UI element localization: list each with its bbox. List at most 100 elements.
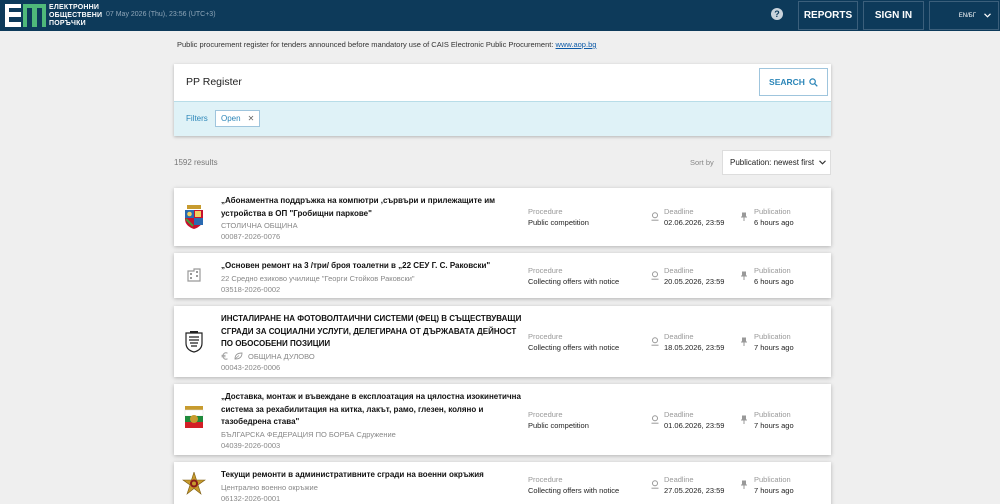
- euro-icon: [221, 352, 228, 360]
- aop-link[interactable]: www.aop.bg: [556, 40, 597, 49]
- deadline-value: 27.05.2026, 23:59: [664, 486, 725, 495]
- filter-chip-open[interactable]: Open ✕: [215, 110, 261, 127]
- deadline-label: Deadline: [664, 332, 694, 341]
- publication-value: 7 hours ago: [754, 486, 794, 495]
- wrestling-federation-logo-icon: [182, 406, 206, 430]
- logo-icon[interactable]: [5, 3, 46, 28]
- item-id: 00087-2026-0076: [221, 232, 281, 241]
- pin-icon: [741, 480, 747, 489]
- item-title[interactable]: „Доставка, монтаж и въвеждане в експлоат…: [221, 391, 526, 429]
- register-panel: PP Register SEARCH Filters Open ✕: [174, 64, 831, 136]
- item-title[interactable]: „Абонаментна поддръжка на компютри ,сърв…: [221, 195, 526, 220]
- deadline-icon: [651, 271, 659, 280]
- dulovo-coat-of-arms-icon: [182, 330, 206, 354]
- deadline-icon: [651, 337, 659, 346]
- publication-value: 7 hours ago: [754, 421, 794, 430]
- chevron-down-icon: [819, 160, 826, 165]
- procedure-label: Procedure: [528, 475, 563, 484]
- publication-col: Publication 7 hours ago: [754, 331, 794, 353]
- procedure-value: Collecting offers with notice: [528, 486, 620, 495]
- item-title[interactable]: ИНСТАЛИРАНЕ НА ФОТОВОЛТАИЧНИ СИСТЕМИ (ФЕ…: [221, 313, 526, 351]
- deadline-value: 20.05.2026, 23:59: [664, 277, 725, 286]
- results-count: 1592 results: [174, 158, 218, 167]
- top-header: ЕЛЕКТРОННИ ОБЩЕСТВЕНИ ПОРЪЧКИ 07 May 202…: [0, 0, 1000, 31]
- publication-value: 6 hours ago: [754, 277, 794, 286]
- card-main: Текущи ремонти в административните сград…: [221, 469, 526, 504]
- search-button[interactable]: SEARCH: [759, 68, 828, 96]
- leaf-icon: [234, 352, 243, 360]
- help-icon[interactable]: ?: [771, 8, 783, 20]
- card-main: „Абонаментна поддръжка на компютри ,сърв…: [221, 195, 526, 242]
- item-org: СТОЛИЧНА ОБЩИНА: [221, 220, 526, 231]
- item-org: 22 Средно езиково училище "Георги Стойко…: [221, 273, 526, 284]
- procedure-col: Procedure Collecting offers with notice: [528, 331, 619, 353]
- card-main: „Основен ремонт на 3 /три/ броя тоалетни…: [221, 260, 526, 295]
- notice-text: Public procurement register for tenders …: [177, 40, 554, 49]
- procedure-value: Public competition: [528, 218, 589, 227]
- item-id: 04039-2026-0003: [221, 440, 281, 450]
- org-name: 22 Средно езиково училище "Георги Стойко…: [221, 273, 415, 283]
- list-item[interactable]: „Доставка, монтаж и въвеждане в експлоат…: [174, 384, 831, 455]
- list-item[interactable]: Текущи ремонти в административните сград…: [174, 462, 831, 504]
- deadline-label: Deadline: [664, 410, 694, 419]
- card-main: „Доставка, монтаж и въвеждане в експлоат…: [221, 391, 526, 451]
- search-icon: [809, 77, 818, 87]
- publication-label: Publication: [754, 207, 791, 216]
- deadline-col: Deadline 20.05.2026, 23:59: [664, 265, 724, 287]
- deadline-icon: [651, 480, 659, 489]
- filters-label: Filters: [186, 114, 208, 123]
- publication-label: Publication: [754, 475, 791, 484]
- publication-value: 6 hours ago: [754, 218, 794, 227]
- military-emblem-icon: [182, 472, 206, 496]
- deadline-icon: [651, 212, 659, 221]
- procedure-label: Procedure: [528, 266, 563, 275]
- procedure-col: Procedure Collecting offers with notice: [528, 265, 619, 287]
- language-switcher[interactable]: EN/БГ: [929, 1, 999, 30]
- sort-value: Publication: newest first: [730, 158, 815, 167]
- publication-col: Publication 7 hours ago: [754, 409, 794, 431]
- publication-value: 7 hours ago: [754, 343, 794, 352]
- chevron-down-icon: [984, 13, 991, 18]
- procedure-value: Collecting offers with notice: [528, 343, 620, 352]
- sort-select[interactable]: Publication: newest first: [722, 150, 831, 175]
- item-title[interactable]: Текущи ремонти в административните сград…: [221, 469, 526, 482]
- procedure-label: Procedure: [528, 410, 563, 419]
- logo-line-3: ПОРЪЧКИ: [49, 20, 86, 27]
- list-item[interactable]: „Основен ремонт на 3 /три/ броя тоалетни…: [174, 253, 831, 298]
- sign-in-button[interactable]: SIGN IN: [863, 1, 924, 30]
- item-id: 06132-2026-0001: [221, 493, 281, 503]
- logo-line-2: ОБЩЕСТВЕНИ: [49, 12, 103, 19]
- procedure-value: Collecting offers with notice: [528, 277, 620, 286]
- publication-col: Publication 7 hours ago: [754, 474, 794, 496]
- deadline-col: Deadline 02.06.2026, 23:59: [664, 206, 724, 228]
- deadline-value: 18.05.2026, 23:59: [664, 343, 725, 352]
- register-notice: Public procurement register for tenders …: [177, 40, 596, 49]
- logo-line-1: ЕЛЕКТРОННИ: [49, 4, 100, 11]
- page-title: PP Register: [186, 76, 242, 88]
- list-item[interactable]: „Абонаментна поддръжка на компютри ,сърв…: [174, 188, 831, 246]
- deadline-value: 01.06.2026, 23:59: [664, 421, 725, 430]
- building-icon: [182, 263, 206, 287]
- search-label: SEARCH: [769, 77, 805, 87]
- procedure-col: Procedure Public competition: [528, 409, 589, 431]
- language-label: EN/БГ: [958, 12, 976, 19]
- org-name: ОБЩИНА ДУЛОВО: [248, 351, 315, 361]
- org-name: БЪЛГАРСКА ФЕДЕРАЦИЯ ПО БОРБА Сдружение: [221, 429, 396, 439]
- deadline-icon: [651, 415, 659, 424]
- deadline-label: Deadline: [664, 266, 694, 275]
- org-name: Централно военно окръжие: [221, 482, 318, 492]
- procedure-label: Procedure: [528, 332, 563, 341]
- deadline-label: Deadline: [664, 475, 694, 484]
- procedure-value: Public competition: [528, 421, 589, 430]
- filters-bar: Filters Open ✕: [174, 101, 831, 136]
- close-icon[interactable]: ✕: [248, 114, 255, 123]
- deadline-value: 02.06.2026, 23:59: [664, 218, 725, 227]
- publication-label: Publication: [754, 332, 791, 341]
- list-item[interactable]: ИНСТАЛИРАНЕ НА ФОТОВОЛТАИЧНИ СИСТЕМИ (ФЕ…: [174, 306, 831, 377]
- item-id: 00043-2026-0006: [221, 362, 281, 372]
- sofia-coat-of-arms-icon: [182, 205, 206, 229]
- item-org: ОБЩИНА ДУЛОВО: [221, 351, 526, 362]
- logo-text: ЕЛЕКТРОННИ ОБЩЕСТВЕНИ ПОРЪЧКИ: [49, 4, 102, 28]
- reports-button[interactable]: REPORTS: [798, 1, 858, 30]
- item-title[interactable]: „Основен ремонт на 3 /три/ броя тоалетни…: [221, 260, 526, 273]
